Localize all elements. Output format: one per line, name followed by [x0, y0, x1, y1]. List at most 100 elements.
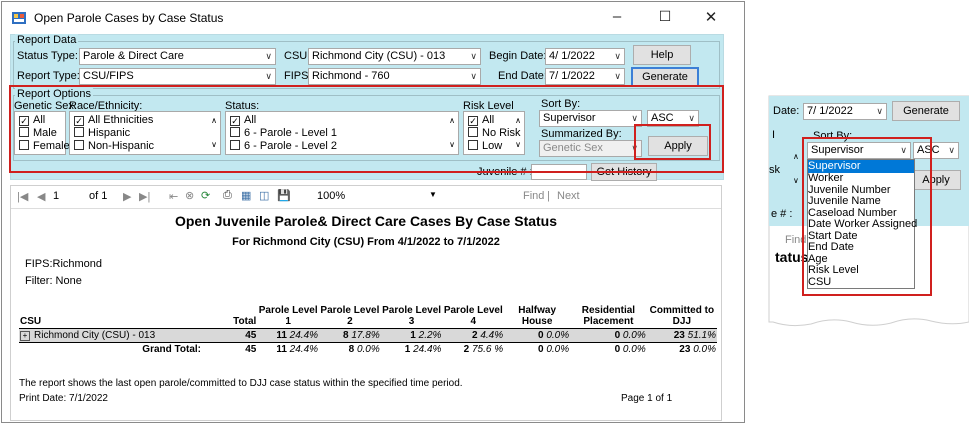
- zoom-generate-button[interactable]: Generate: [892, 101, 960, 121]
- close-button[interactable]: ✕: [696, 8, 726, 26]
- first-page-icon[interactable]: |◀: [17, 190, 28, 203]
- table-cell: 11: [276, 330, 287, 341]
- export-icon[interactable]: 💾: [277, 189, 291, 202]
- chevron-down-icon: ∨: [876, 106, 883, 116]
- prev-page-icon[interactable]: ◀: [37, 190, 45, 203]
- column-header: CSU: [20, 316, 42, 327]
- end-date-picker[interactable]: 7/ 1/2022 ∨: [545, 68, 625, 85]
- print-icon[interactable]: ⎙: [223, 189, 232, 202]
- begin-date-picker[interactable]: 4/ 1/2022 ∨: [545, 48, 625, 65]
- zoom-risk-fragment: sk: [769, 164, 780, 176]
- last-page-icon[interactable]: ▶|: [139, 190, 150, 203]
- zoom-date-value: 7/ 1/2022: [807, 105, 853, 117]
- main-window: Open Parole Cases by Case Status – ☐ ✕ R…: [1, 1, 745, 423]
- scroll-down-icon[interactable]: ∨: [793, 176, 799, 185]
- filter-line: Filter: None: [25, 275, 82, 287]
- scroll-up-icon[interactable]: ∧: [793, 152, 799, 161]
- back-icon[interactable]: ⇤: [169, 190, 178, 203]
- chevron-down-icon: ∨: [948, 145, 955, 155]
- generate-button[interactable]: Generate: [631, 67, 699, 87]
- refresh-icon[interactable]: ⟳: [201, 189, 210, 202]
- find-link[interactable]: Find: [523, 190, 544, 202]
- page-of: of 1: [89, 190, 108, 202]
- zoom-date-picker[interactable]: 7/ 1/2022 ∨: [803, 103, 887, 120]
- table-cell: 2: [472, 330, 478, 341]
- help-button[interactable]: Help: [633, 45, 691, 65]
- chevron-down-icon: ∨: [470, 71, 477, 81]
- table-cell: 2.2%: [418, 330, 442, 341]
- chevron-down-icon: ∨: [614, 51, 621, 61]
- status-type-select[interactable]: Parole & Direct Care ∨: [79, 48, 276, 65]
- csu-cell[interactable]: + Richmond City (CSU) - 013: [19, 329, 202, 343]
- minimize-button[interactable]: –: [602, 8, 632, 25]
- begin-date-label: Begin Date:: [489, 50, 547, 62]
- chevron-down-icon: ∨: [265, 71, 272, 81]
- zoom-date-label: Date:: [773, 105, 800, 117]
- table-cell: 4.4%: [480, 330, 504, 341]
- report-footnote: The report shows the last open parole/co…: [19, 378, 463, 389]
- next-link[interactable]: Next: [557, 190, 580, 202]
- table-cell: 24.4%: [289, 344, 319, 355]
- page-number: Page 1 of 1: [621, 393, 673, 404]
- expand-icon[interactable]: +: [20, 331, 30, 341]
- begin-date-value: 4/ 1/2022: [549, 50, 595, 62]
- page-setup-icon[interactable]: ◫: [259, 189, 269, 202]
- table-cell: 0.0%: [693, 344, 716, 355]
- report-table: CSU Total Parole Level 1 Parole Level 2 …: [19, 304, 717, 356]
- table-cell: 0.0%: [546, 330, 570, 341]
- csu-value: Richmond City (CSU) - 013: [312, 50, 446, 62]
- column-header: Halfway House: [518, 305, 557, 327]
- table-cell: 0: [537, 344, 544, 355]
- report-options-highlight: [9, 85, 724, 173]
- table-cell: 0.0%: [622, 330, 646, 341]
- page-current[interactable]: 1: [53, 190, 59, 202]
- print-layout-icon[interactable]: ▦: [241, 189, 251, 202]
- report-subtitle: For Richmond City (CSU) From 4/1/2022 to…: [232, 236, 500, 248]
- window-title: Open Parole Cases by Case Status: [34, 11, 224, 25]
- column-header: Residential Placement: [581, 305, 636, 327]
- end-date-label: End Date:: [498, 70, 547, 82]
- report-type-select[interactable]: CSU/FIPS ∨: [79, 68, 276, 85]
- status-type-label: Status Type:: [17, 50, 78, 62]
- title-bar: Open Parole Cases by Case Status – ☐ ✕: [2, 2, 744, 34]
- maximize-button[interactable]: ☐: [650, 8, 680, 25]
- column-header: Parole Level 2: [320, 305, 380, 327]
- dropdown-highlight: [802, 137, 932, 296]
- column-header: Parole Level 4: [443, 305, 503, 327]
- table-cell: 11: [276, 344, 287, 355]
- chevron-down-icon: ∨: [265, 51, 272, 61]
- report-data-title: Report Data: [15, 34, 79, 46]
- column-header: Committed to DJJ: [649, 305, 715, 327]
- report-type-value: CSU/FIPS: [83, 70, 134, 82]
- report-viewer: |◀ ◀ 1 of 1 ▶ ▶| ⇤ ⊗ ⟳ ⎙ ▦ ◫ 💾 100% ▼ Fi…: [10, 185, 722, 421]
- print-date: Print Date: 7/1/2022: [19, 393, 108, 404]
- zoom-dropdown-icon[interactable]: ▼: [429, 190, 437, 199]
- chevron-down-icon: ∨: [470, 51, 477, 61]
- fips-select[interactable]: Richmond - 760 ∨: [308, 68, 481, 85]
- app-icon: [12, 12, 26, 24]
- column-header: Parole Level 1: [258, 305, 318, 327]
- end-date-value: 7/ 1/2022: [549, 70, 595, 82]
- table-cell: 75.6 %: [472, 344, 504, 355]
- stop-icon[interactable]: ⊗: [185, 189, 194, 202]
- table-cell: 51.1%: [687, 330, 716, 341]
- table-cell: 0.0%: [546, 344, 570, 355]
- table-cell: 0: [614, 330, 621, 341]
- zoom-level[interactable]: 100%: [317, 190, 345, 202]
- table-cell: 1: [404, 344, 411, 355]
- table-cell: 1: [410, 330, 416, 341]
- report-title: Open Juvenile Parole& Direct Care Cases …: [174, 213, 558, 229]
- find-separator: |: [547, 190, 550, 202]
- csu-label: CSU:: [284, 50, 311, 62]
- next-page-icon[interactable]: ▶: [123, 190, 131, 203]
- table-cell: 23: [679, 344, 691, 355]
- csu-select[interactable]: Richmond City (CSU) - 013 ∨: [308, 48, 481, 65]
- report-type-label: Report Type:: [17, 70, 80, 82]
- column-header: Parole Level 3: [382, 305, 442, 327]
- table-cell: 24.4%: [289, 330, 319, 341]
- table-row[interactable]: + Richmond City (CSU) - 013 45 11 24.4% 8…: [19, 328, 717, 343]
- fips-line: FIPS:Richmond: [25, 258, 103, 270]
- zoom-juvenile-fragment: e # :: [771, 208, 793, 220]
- table-cell: 17.8%: [351, 330, 380, 341]
- table-cell: 0.0%: [356, 344, 380, 355]
